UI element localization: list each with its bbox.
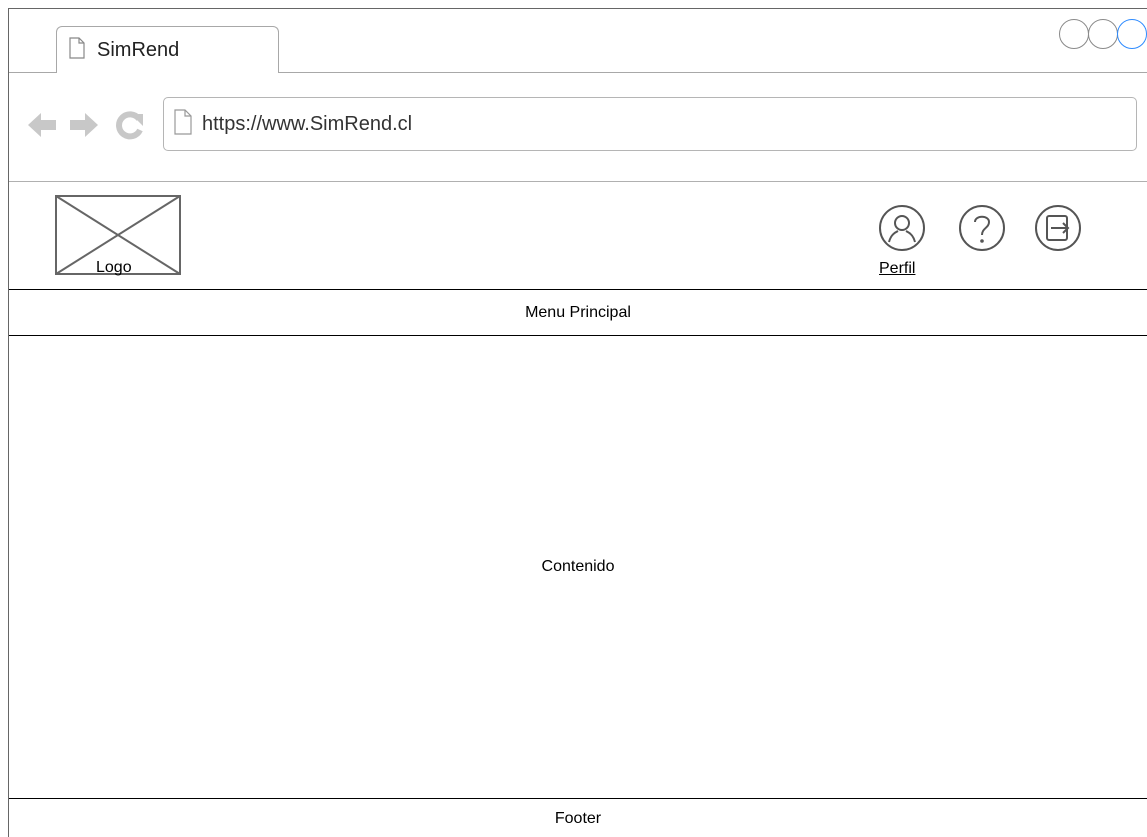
url-text: https://www.SimRend.cl bbox=[202, 112, 413, 135]
content-area: Contenido bbox=[9, 336, 1147, 798]
help-icon[interactable] bbox=[958, 204, 1006, 257]
profile-link[interactable]: Perfil bbox=[879, 260, 915, 278]
back-arrow-icon[interactable] bbox=[27, 111, 57, 144]
browser-tab[interactable]: SimRend bbox=[56, 26, 279, 73]
site-header: Logo Perfil bbox=[9, 182, 1147, 289]
footer-label: Footer bbox=[554, 809, 602, 827]
tab-strip: SimRend bbox=[9, 9, 1147, 73]
forward-arrow-icon[interactable] bbox=[69, 111, 99, 144]
footer: Footer bbox=[9, 798, 1147, 837]
minimize-button[interactable] bbox=[1059, 19, 1089, 49]
tab-title: SimRend bbox=[97, 38, 180, 61]
main-menu-label: Menu Principal bbox=[525, 303, 631, 321]
logout-icon[interactable] bbox=[1034, 204, 1082, 257]
page-icon bbox=[69, 36, 85, 64]
main-menu[interactable]: Menu Principal bbox=[9, 289, 1147, 336]
address-bar[interactable]: https://www.SimRend.cl bbox=[163, 97, 1137, 151]
navigation-bar: https://www.SimRend.cl bbox=[9, 73, 1147, 181]
browser-window: SimRend https://www.SimRend.cl Logo Perf… bbox=[8, 8, 1147, 837]
user-icon[interactable] bbox=[878, 204, 926, 257]
logo-label: Logo bbox=[96, 259, 132, 276]
reload-icon[interactable] bbox=[115, 111, 145, 146]
window-controls bbox=[1059, 19, 1147, 49]
close-button[interactable] bbox=[1117, 19, 1147, 49]
content-label: Contenido bbox=[541, 558, 615, 575]
page-icon bbox=[174, 108, 192, 140]
maximize-button[interactable] bbox=[1088, 19, 1118, 49]
